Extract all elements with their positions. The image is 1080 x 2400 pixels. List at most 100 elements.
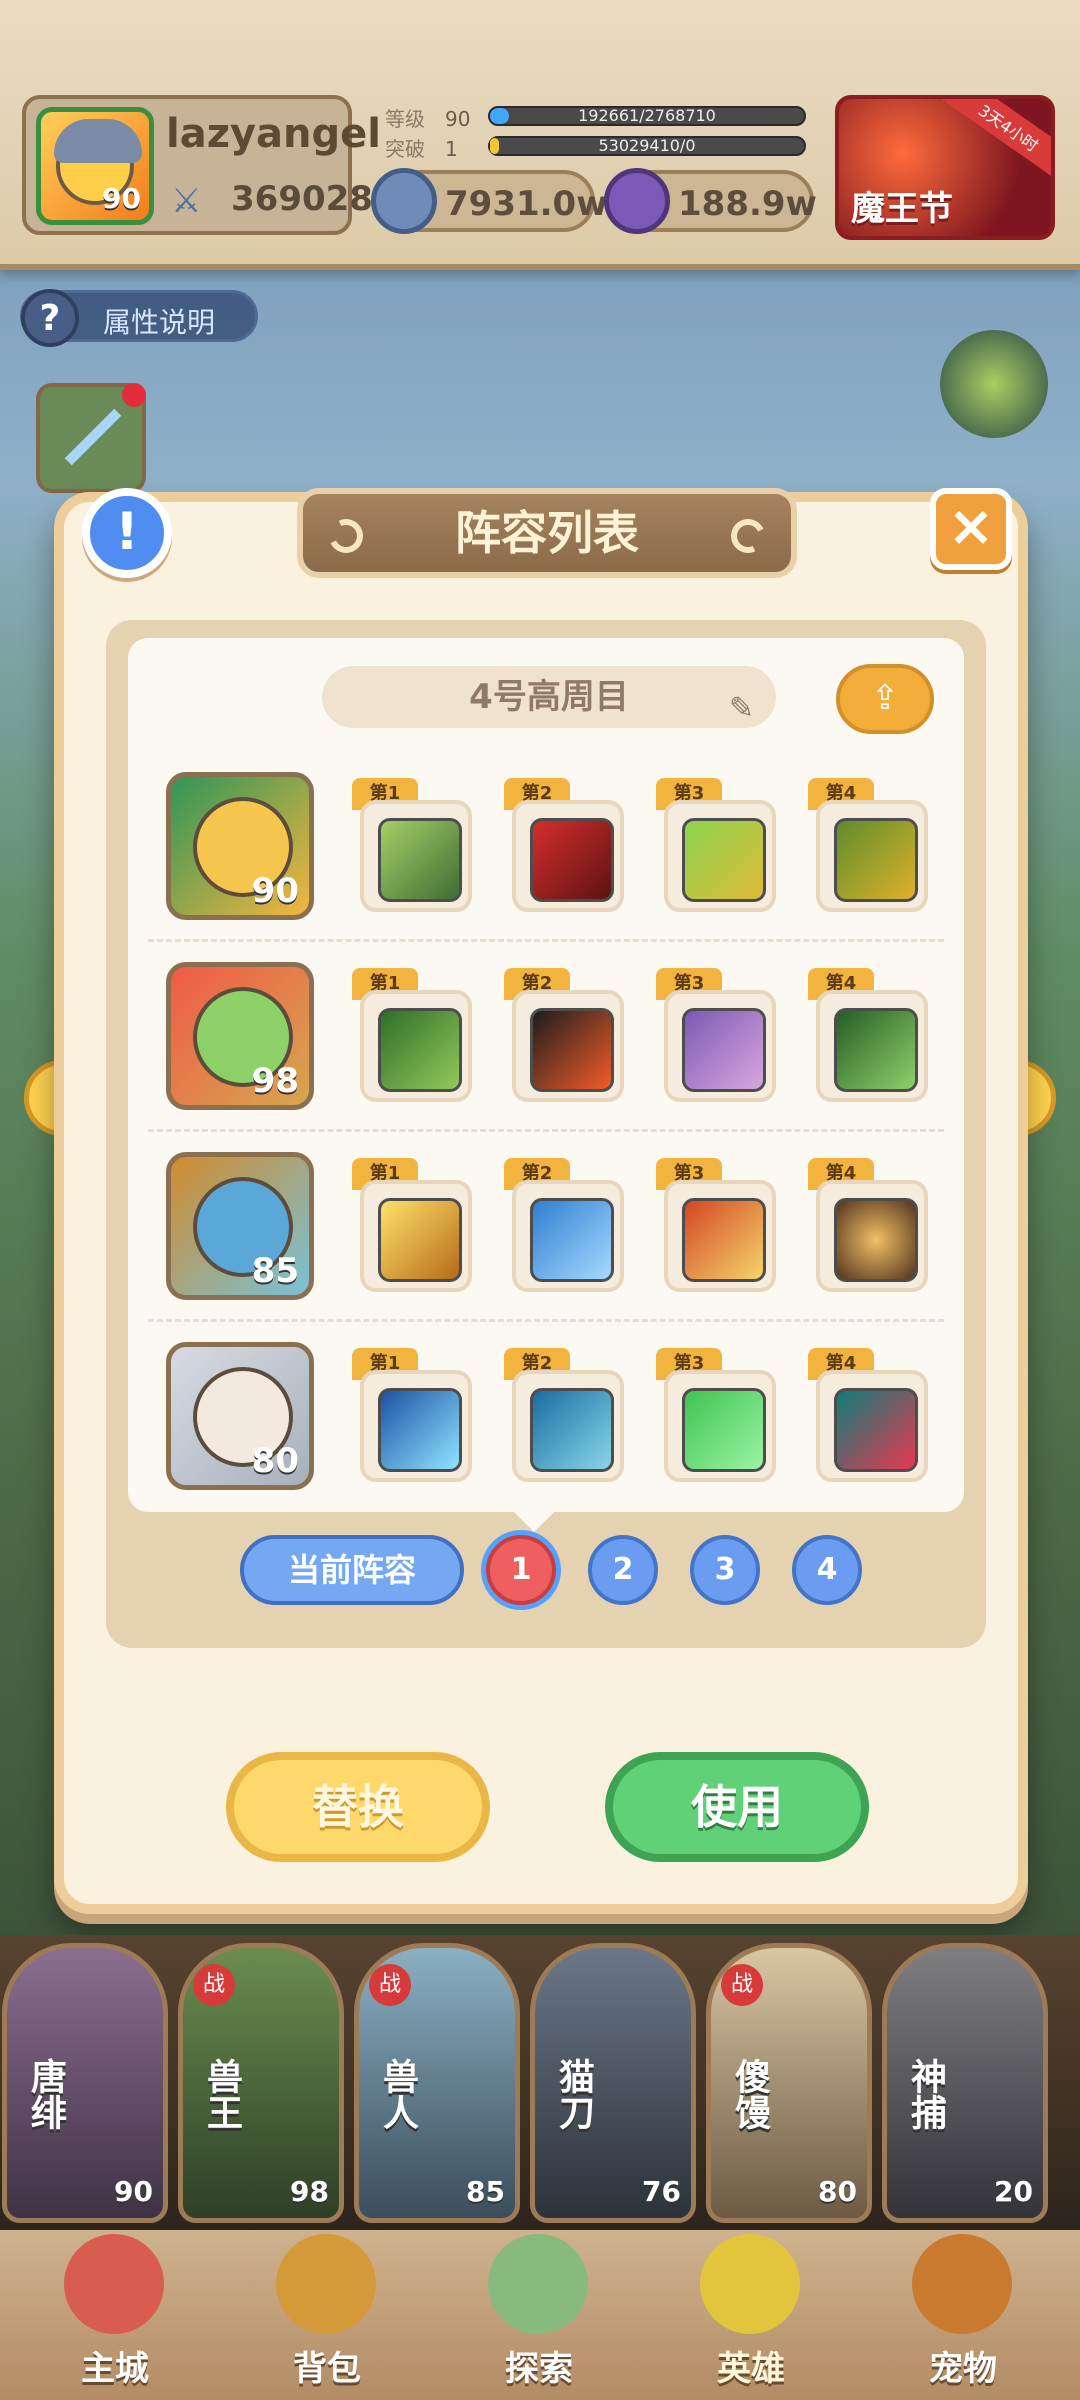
- hero1-skill-3[interactable]: 第3: [656, 778, 784, 918]
- event-label: 魔王节: [851, 189, 953, 229]
- tab-pet-label: 宠物: [929, 2349, 997, 2389]
- hero-portrait-3[interactable]: 85: [166, 1152, 314, 1300]
- skill-frame: [512, 990, 624, 1102]
- emblem-icon[interactable]: [940, 330, 1048, 438]
- tab-pet[interactable]: 宠物: [858, 2230, 1068, 2400]
- mace-skill-icon: [530, 1388, 614, 1472]
- target-skill-icon: [834, 1198, 918, 1282]
- event-banner[interactable]: 3天4小时 魔王节: [835, 95, 1055, 240]
- hero-strip-card-5[interactable]: 战 傻馒 80: [706, 1943, 872, 2223]
- use-button[interactable]: 使用: [605, 1752, 869, 1862]
- left-item-slot[interactable]: [36, 383, 146, 493]
- edit-icon[interactable]: ✎: [729, 678, 754, 740]
- hero-strip-name-2: 兽王: [201, 2058, 242, 2130]
- hero-strip-card-4[interactable]: 猫刀 76: [530, 1943, 696, 2223]
- hero-portrait-4[interactable]: 80: [166, 1342, 314, 1490]
- arrow-skill-icon: [378, 818, 462, 902]
- hero-row-3: 85 第1 第2 第3 第4: [128, 1136, 964, 1322]
- skill-frame: [816, 990, 928, 1102]
- hero2-skill-1[interactable]: 第1: [352, 968, 480, 1108]
- hero1-skill-1[interactable]: 第1: [352, 778, 480, 918]
- hero-row-4: 80 第1 第2 第3 第4: [128, 1326, 964, 1506]
- player-avatar[interactable]: 90: [36, 107, 154, 225]
- hero-level-1: 90: [251, 871, 299, 911]
- hero2-skill-4[interactable]: 第4: [808, 968, 936, 1108]
- skill-frame: [664, 1370, 776, 1482]
- hero4-skill-3[interactable]: 第3: [656, 1348, 784, 1488]
- hero4-skill-4[interactable]: 第4: [808, 1348, 936, 1488]
- hero3-skill-4[interactable]: 第4: [808, 1158, 936, 1298]
- hero-strip-level-1: 90: [114, 2175, 153, 2208]
- share-button[interactable]: ⇪: [836, 664, 934, 734]
- skill-frame: [360, 800, 472, 912]
- hero3-skill-3[interactable]: 第3: [656, 1158, 784, 1298]
- team-name-field[interactable]: 4号高周目 ✎: [322, 666, 776, 728]
- sword-icon: ⚔: [171, 181, 202, 221]
- currency-gold[interactable]: 7931.0w: [371, 168, 608, 234]
- team-slot-2[interactable]: 2: [588, 1535, 658, 1605]
- team-slot-3[interactable]: 3: [690, 1535, 760, 1605]
- hero4-skill-2[interactable]: 第2: [504, 1348, 632, 1488]
- fire-figure-skill-icon: [530, 1008, 614, 1092]
- profile-card[interactable]: 90 lazyangel ⚔ 369028: [22, 95, 381, 235]
- hero-strip-level-6: 20: [994, 2175, 1033, 2208]
- dash-skill-icon: [834, 1008, 918, 1092]
- info-icon[interactable]: !: [82, 488, 172, 578]
- hero-strip: 唐绯 90 战 兽王 98 战 兽人 85 猫刀 76 战 傻馒 80 神捕 2…: [0, 1935, 1080, 2235]
- team-slot-1[interactable]: 1: [486, 1535, 556, 1605]
- hero1-skill-2[interactable]: 第2: [504, 778, 632, 918]
- replace-button[interactable]: 替换: [226, 1752, 490, 1862]
- coin-icon: [371, 168, 437, 234]
- hero4-skill-1[interactable]: 第1: [352, 1348, 480, 1488]
- hero-level-2: 98: [251, 1061, 299, 1101]
- hero-strip-name-6: 神捕: [905, 2058, 946, 2130]
- power-value: 369028: [231, 179, 373, 219]
- hero-strip-card-3[interactable]: 战 兽人 85: [354, 1943, 520, 2223]
- username: lazyangel: [166, 111, 381, 157]
- hero-level-3: 85: [251, 1251, 299, 1291]
- level-label: 等级: [385, 107, 425, 131]
- level-value: 90: [445, 107, 471, 131]
- tab-hero-label: 英雄: [717, 2349, 785, 2389]
- exp-text: 192661/2768710: [578, 106, 716, 125]
- team-switcher: 当前阵容 1 2 3 4: [106, 1527, 986, 1617]
- green-figure-skill-icon: [378, 1008, 462, 1092]
- shield-star-icon: [682, 818, 766, 902]
- title-arrow-left-icon: [324, 514, 368, 558]
- hero-strip-card-2[interactable]: 战 兽王 98: [178, 1943, 344, 2223]
- stat-labels: 等级 突破: [385, 104, 425, 164]
- skill-frame: [360, 1370, 472, 1482]
- tab-hero[interactable]: 英雄: [646, 2230, 856, 2400]
- close-button[interactable]: ×: [930, 488, 1012, 570]
- row-divider: [148, 939, 944, 942]
- heal-skill-icon: [682, 1388, 766, 1472]
- hero-portrait-1[interactable]: 90: [166, 772, 314, 920]
- break-text: 53029410/0: [598, 136, 696, 155]
- pet-icon: [912, 2234, 1012, 2334]
- skill-frame: [664, 800, 776, 912]
- tab-bag[interactable]: 背包: [222, 2230, 432, 2400]
- hero-strip-name-5: 傻馒: [729, 2058, 770, 2130]
- attributes-button[interactable]: ? 属性说明: [20, 289, 258, 347]
- war-badge: 战: [369, 1964, 411, 2006]
- hero2-skill-3[interactable]: 第3: [656, 968, 784, 1108]
- hero-strip-card-1[interactable]: 唐绯 90: [2, 1943, 168, 2223]
- hero-strip-level-3: 85: [466, 2175, 505, 2208]
- hero-portrait-2[interactable]: 98: [166, 962, 314, 1110]
- team-card: 4号高周目 ✎ ⇪ 90 第1 第2 第3 第4 98 第1 第2 第3 第4 …: [128, 638, 964, 1532]
- currency-gem[interactable]: 188.9w: [604, 168, 817, 234]
- skill-frame: [816, 1180, 928, 1292]
- hero2-skill-2[interactable]: 第2: [504, 968, 632, 1108]
- spear-skill-icon: [682, 1198, 766, 1282]
- hero3-skill-1[interactable]: 第1: [352, 1158, 480, 1298]
- hero3-skill-2[interactable]: 第2: [504, 1158, 632, 1298]
- purple-ghost-skill-icon: [682, 1008, 766, 1092]
- team-slot-4[interactable]: 4: [792, 1535, 862, 1605]
- hero1-skill-4[interactable]: 第4: [808, 778, 936, 918]
- hero-strip-card-6[interactable]: 神捕 20: [882, 1943, 1048, 2223]
- tab-explore-label: 探索: [505, 2349, 573, 2389]
- map-icon: [488, 2234, 588, 2334]
- tab-explore[interactable]: 探索: [434, 2230, 644, 2400]
- current-team-button[interactable]: 当前阵容: [240, 1535, 464, 1605]
- tab-main-city[interactable]: 主城: [10, 2230, 220, 2400]
